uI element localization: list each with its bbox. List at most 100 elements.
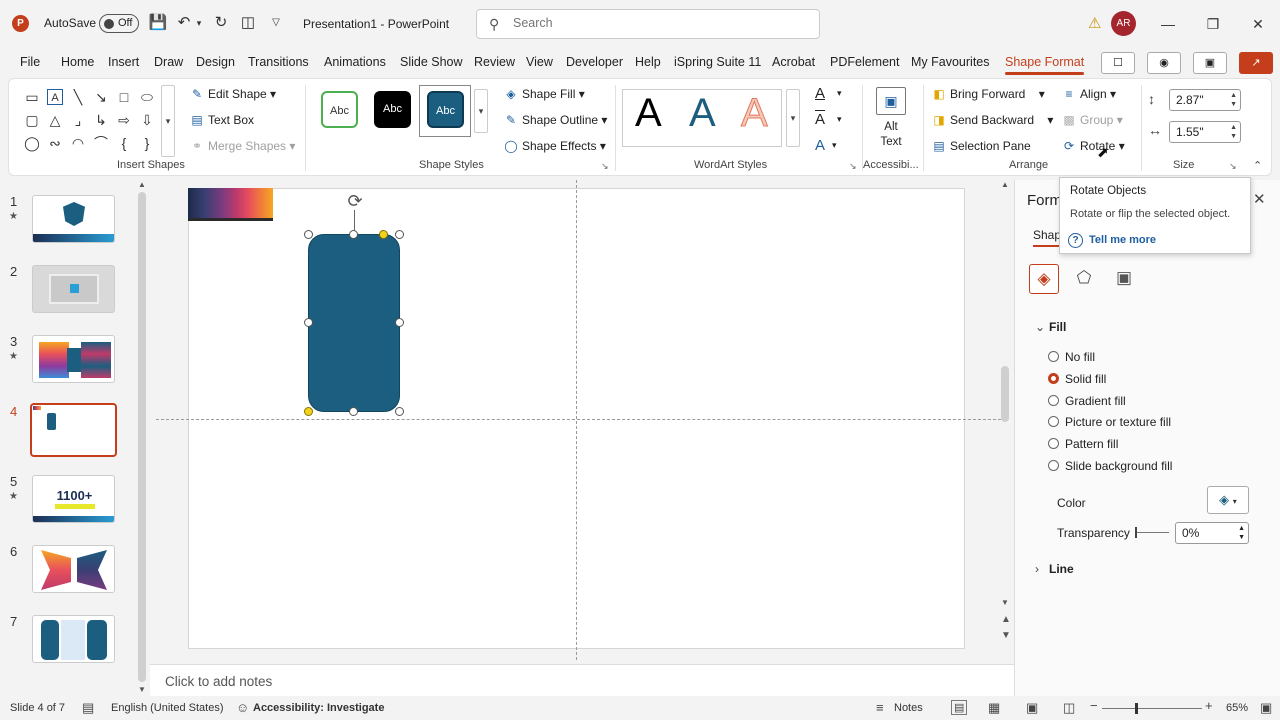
corner-adjust-handle[interactable] [304,407,313,416]
radio-button[interactable] [1048,438,1059,449]
tab-home[interactable]: Home [61,55,94,69]
corner-radius-adjust-handle[interactable] [379,230,388,239]
previous-slide-icon[interactable]: ▲ [1001,614,1011,625]
slide-gradient-bar[interactable] [188,188,273,221]
undo-dropdown-icon[interactable]: ▾ [194,13,204,33]
slide-thumbnail-2[interactable] [32,265,115,313]
square-shape-icon[interactable]: □ [116,89,132,105]
text-box-shape-icon[interactable]: A [47,89,63,105]
bring-forward-button[interactable]: ◧ Bring Forward ▾ [931,87,1044,101]
text-effects-dropdown-icon[interactable]: ▾ [832,140,837,151]
normal-view-icon[interactable]: ▤ [951,700,968,715]
minimize-icon[interactable]: — [1153,12,1183,36]
slide-thumbnail-4[interactable] [30,403,117,457]
slideshow-view-icon[interactable]: ◫ [1063,700,1075,716]
size-properties-icon[interactable]: ▣ [1109,264,1139,294]
radio-button-selected[interactable] [1048,373,1059,384]
spelling-icon[interactable]: ▤ [82,700,94,716]
slide-thumbnail-1[interactable] [32,195,115,243]
reading-view-icon[interactable]: ▣ [1026,700,1038,716]
zoom-slider-thumb[interactable] [1135,703,1138,714]
effects-pentagon-icon[interactable]: ⬠ [1069,264,1099,294]
selection-pane-button[interactable]: ▤ Selection Pane [931,139,1030,153]
fit-slide-icon[interactable]: ▣ [1260,700,1272,716]
wordart-gallery-more-icon[interactable]: ▾ [786,89,800,147]
warning-icon[interactable]: ⚠ [1088,14,1101,32]
present-icon[interactable]: ◫ [238,13,258,33]
shape-height-field[interactable]: 2.87" ▲ ▼ [1169,89,1241,111]
shape-style-blue[interactable]: Abc [427,91,464,128]
next-slide-icon[interactable]: ▼ [1001,630,1011,641]
canvas-scroll-down-icon[interactable]: ▼ [1001,598,1009,607]
arrow-line-shape-icon[interactable]: ↘ [93,89,109,105]
size-launcher-icon[interactable]: ↘ [1229,161,1237,172]
tab-design[interactable]: Design [196,55,235,69]
merge-shapes-button[interactable]: ⚭ Merge Shapes ▾ [189,139,295,153]
styles-gallery-more-icon[interactable]: ▾ [474,89,488,133]
left-brace-shape-icon[interactable]: { [116,135,132,151]
down-arrow-shape-icon[interactable]: ⇩ [139,112,155,128]
tab-animations[interactable]: Animations [324,55,386,69]
group-button[interactable]: ▩ Group ▾ [1061,113,1122,127]
text-outline-icon[interactable]: A [815,111,825,128]
text-fill-dropdown-icon[interactable]: ▾ [837,88,842,99]
close-pane-icon[interactable]: ✕ [1253,190,1266,208]
tell-me-more-link[interactable]: ? Tell me more [1068,233,1156,248]
transparency-slider[interactable] [1135,527,1169,538]
radio-button[interactable] [1048,395,1059,406]
right-arrow-shape-icon[interactable]: ⇨ [116,112,132,128]
align-button[interactable]: ≡ Align ▾ [1061,87,1116,101]
record-icon[interactable]: ◉ [1147,52,1181,74]
search-box[interactable]: ⚲ [476,9,820,39]
alt-text-icon[interactable]: ▣ [876,87,906,115]
shape-width-field[interactable]: 1.55" ▲ ▼ [1169,121,1241,143]
scribble-shape-icon[interactable]: ⌒ [93,135,109,151]
radio-button[interactable] [1048,416,1059,427]
zoom-out-icon[interactable]: − [1090,698,1098,713]
tab-insert[interactable]: Insert [108,55,139,69]
resize-handle[interactable] [395,407,404,416]
accessibility-status[interactable]: Accessibility: Investigate [253,702,384,714]
rotate-button[interactable]: ⟳ Rotate ▾ [1061,139,1125,153]
slide-thumbnail-7[interactable] [32,615,115,663]
collapse-ribbon-icon[interactable]: ⌃ [1253,159,1262,172]
accessibility-icon[interactable]: ☺ [236,700,249,715]
rotate-handle-icon[interactable]: ⟳ [344,190,366,212]
width-spinner-icon[interactable]: ▲ ▼ [1230,123,1237,141]
text-box-button[interactable]: ▤ Text Box [189,113,254,127]
rounded-rectangle-shape-icon[interactable]: ▢ [24,112,40,128]
text-effects-icon[interactable]: A [815,137,825,154]
tab-view[interactable]: View [526,55,553,69]
fill-line-icon[interactable]: ◈ [1029,264,1059,294]
shape-fill-button[interactable]: ◈ Shape Fill ▾ [503,87,584,101]
tab-ispring[interactable]: iSpring Suite 11 [674,55,761,69]
line-shape-icon[interactable]: ╲ [70,89,86,105]
tab-developer[interactable]: Developer [566,55,623,69]
tab-shape-format[interactable]: Shape Format [1005,55,1085,75]
tab-pdfelement[interactable]: PDFelement [830,55,899,69]
connector-shape-icon[interactable]: ⌟ [70,112,86,128]
language-indicator[interactable]: English (United States) [111,702,224,714]
notes-pane[interactable]: Click to add notes [150,664,1014,696]
send-backward-button[interactable]: ◨ Send Backward ▾ [931,113,1053,127]
oval-shape-icon[interactable]: ⬭ [139,89,155,105]
autosave-toggle[interactable]: Off [99,14,139,33]
notes-button[interactable]: Notes [894,702,923,714]
radio-button[interactable] [1048,460,1059,471]
alt-text-button[interactable]: Alt Text [871,120,911,150]
thumbs-scroll-down-icon[interactable]: ▼ [138,685,146,694]
tab-acrobat[interactable]: Acrobat [772,55,815,69]
slide-sorter-icon[interactable]: ▦ [988,700,1000,716]
tab-my-favourites[interactable]: My Favourites [911,55,990,69]
resize-handle[interactable] [395,318,404,327]
share-icon[interactable]: ↗ [1239,52,1273,74]
fill-color-picker[interactable]: ◈ ▾ [1207,486,1249,514]
wordart-launcher-icon[interactable]: ↘ [849,161,857,172]
arc-shape-icon[interactable]: ◠ [70,135,86,151]
thumbs-scroll-up-icon[interactable]: ▲ [138,180,146,189]
zoom-level[interactable]: 65% [1226,702,1248,714]
tab-review[interactable]: Review [474,55,515,69]
fill-section-header[interactable]: ⌄ Fill [1035,320,1066,334]
wordart-style-black[interactable]: A [635,91,662,136]
resize-handle[interactable] [349,230,358,239]
